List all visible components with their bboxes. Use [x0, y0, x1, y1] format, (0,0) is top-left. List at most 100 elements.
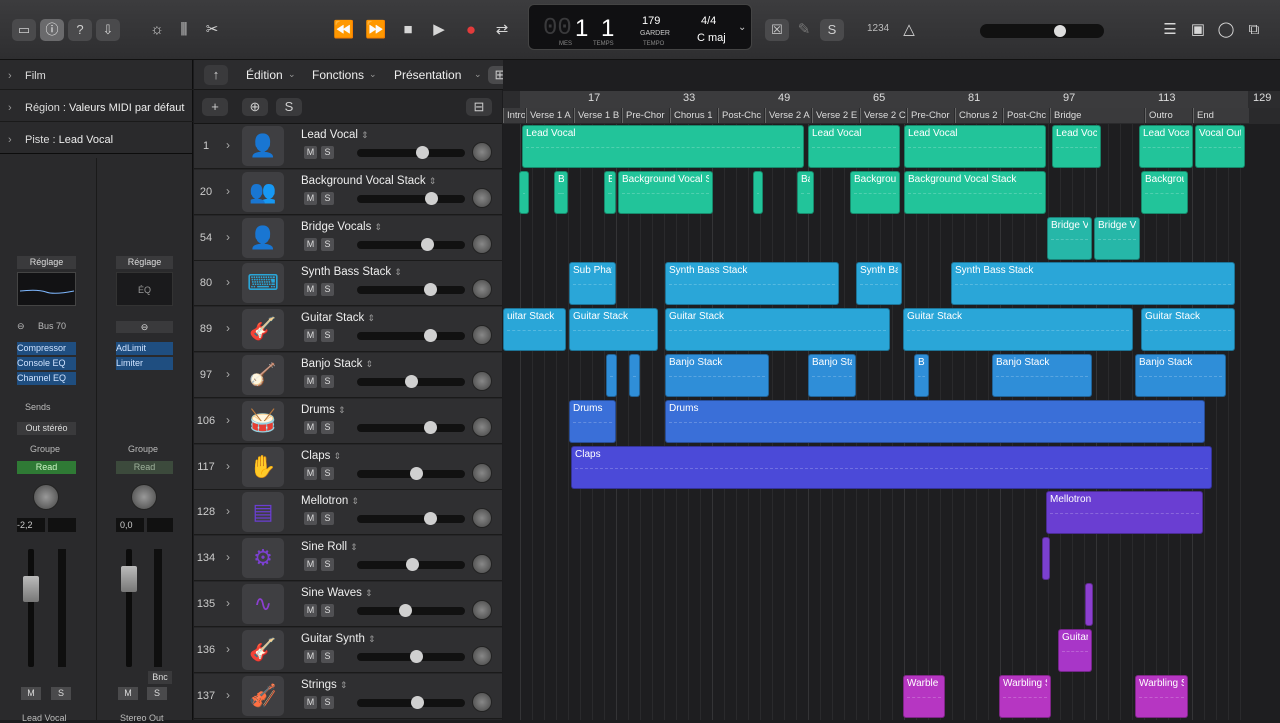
- region[interactable]: Lead Vocal: [1139, 125, 1193, 168]
- track-name[interactable]: Sine Waves ⇕: [301, 587, 373, 599]
- chevron-right-icon[interactable]: ›: [226, 184, 230, 198]
- chevron-right-icon[interactable]: ›: [226, 275, 230, 289]
- inspector-track-row[interactable]: › Piste : Lead Vocal: [0, 126, 193, 154]
- strip2-fader-cap[interactable]: [121, 566, 137, 592]
- track-row[interactable]: 135 › ∿ Sine Waves ⇕ M S: [194, 582, 502, 627]
- strip2-bounce-button[interactable]: Bnc: [148, 671, 172, 684]
- region[interactable]: Ba: [914, 354, 929, 397]
- marker[interactable]: Post-Chc: [718, 108, 764, 123]
- track-name[interactable]: Guitar Stack ⇕: [301, 312, 375, 324]
- track-pan-knob[interactable]: [472, 279, 492, 300]
- track-row[interactable]: 117 › ✋ Claps ⇕ M S: [194, 444, 502, 490]
- marker[interactable]: Verse 1 A: [526, 108, 573, 123]
- marker[interactable]: Bridge: [1050, 108, 1144, 123]
- strip2-solo-button[interactable]: S: [147, 687, 167, 700]
- track-name[interactable]: Synth Bass Stack ⇕: [301, 266, 402, 278]
- marker[interactable]: Verse 2 A: [765, 108, 811, 123]
- track-row[interactable]: 54 › 👤 Bridge Vocals ⇕ M S: [194, 215, 502, 261]
- track-volume-slider[interactable]: [357, 512, 465, 526]
- track-solo-button[interactable]: S: [321, 283, 334, 297]
- chevron-right-icon[interactable]: ›: [226, 459, 230, 473]
- strip2-group-label[interactable]: Groupe: [128, 444, 158, 454]
- menu-edition[interactable]: Édition: [246, 68, 283, 82]
- strip2-automation-read[interactable]: Read: [116, 461, 173, 474]
- banjo-icon[interactable]: 🪕: [242, 355, 284, 395]
- track-solo-button[interactable]: S: [321, 146, 334, 159]
- region[interactable]: [629, 354, 640, 397]
- track-volume-knob[interactable]: [398, 604, 412, 617]
- track-volume-knob[interactable]: [424, 420, 438, 434]
- track-solo-button[interactable]: S: [321, 375, 334, 388]
- help-icon[interactable]: ?: [68, 19, 92, 41]
- choir-icon[interactable]: 👥: [242, 171, 284, 212]
- track-pan-knob[interactable]: [472, 142, 492, 162]
- track-row[interactable]: 97 › 🪕 Banjo Stack ⇕ M S: [194, 353, 502, 398]
- editors-icon[interactable]: ✂: [200, 20, 224, 40]
- hand-icon[interactable]: ✋: [242, 446, 284, 487]
- strip1-fader-cap[interactable]: [23, 576, 39, 602]
- track-volume-slider[interactable]: [357, 604, 465, 617]
- track-row[interactable]: 136 › 🎸 Guitar Synth ⇕ M S: [194, 627, 502, 673]
- region[interactable]: Synth Ba: [856, 262, 902, 306]
- track-mute-button[interactable]: M: [304, 604, 317, 617]
- track-volume-knob[interactable]: [410, 649, 424, 663]
- region[interactable]: Banjo Stack: [665, 354, 769, 397]
- track-volume-knob[interactable]: [404, 375, 418, 388]
- region[interactable]: Claps: [571, 445, 1212, 489]
- chevron-right-icon[interactable]: ›: [226, 504, 230, 518]
- strip1-group-label[interactable]: Groupe: [30, 444, 60, 454]
- master-volume-slider[interactable]: [980, 24, 1104, 38]
- lcd-dropdown-icon[interactable]: ⌄: [738, 22, 746, 33]
- region[interactable]: Banjo Stack: [992, 354, 1092, 397]
- track-pan-knob[interactable]: [472, 371, 492, 391]
- strings-icon[interactable]: 🎻: [242, 675, 284, 716]
- notepad-icon[interactable]: ▣: [1186, 20, 1210, 40]
- marker[interactable]: Chorus 1: [670, 108, 717, 123]
- inspector-film-row[interactable]: › Film: [0, 62, 193, 90]
- track-row[interactable]: 137 › 🎻 Strings ⇕ M S: [194, 673, 502, 719]
- track-name[interactable]: Claps ⇕: [301, 450, 341, 462]
- toolbar-icon[interactable]: ⇩: [96, 19, 120, 41]
- strip2-volume-value[interactable]: 0,0: [116, 518, 144, 532]
- strip1-fader-track[interactable]: [28, 549, 34, 667]
- region[interactable]: Guitar: [1058, 628, 1092, 672]
- inspector-icon[interactable]: ⓘ: [40, 19, 64, 41]
- track-solo-button[interactable]: S: [321, 237, 334, 251]
- track-volume-knob[interactable]: [415, 146, 429, 159]
- track-mute-button[interactable]: M: [304, 146, 317, 159]
- region[interactable]: Mellotron: [1046, 491, 1203, 535]
- inspector-region-row[interactable]: › Région : Valeurs MIDI par défaut: [0, 94, 193, 122]
- track-row[interactable]: 80 › ⌨ Synth Bass Stack ⇕ M S: [194, 261, 502, 307]
- mixer-icon[interactable]: ⫼: [172, 20, 196, 40]
- strip2-mute-button[interactable]: M: [118, 687, 138, 700]
- region[interactable]: Bridge V: [1047, 216, 1092, 260]
- track-mute-button[interactable]: M: [304, 512, 317, 526]
- track-solo-button[interactable]: S: [321, 604, 334, 617]
- track-volume-knob[interactable]: [410, 466, 424, 480]
- guitar-icon[interactable]: 🎸: [242, 629, 284, 670]
- region[interactable]: Guitar Stack: [1141, 308, 1235, 352]
- region[interactable]: Guitar Stack: [665, 308, 890, 352]
- track-pan-knob[interactable]: [472, 554, 492, 575]
- link-icon[interactable]: ⊖: [17, 321, 25, 332]
- region[interactable]: [606, 354, 617, 397]
- strip1-setting-button[interactable]: Réglage: [17, 256, 76, 269]
- strip1-solo-button[interactable]: S: [51, 687, 71, 700]
- marker[interactable]: Pre-Chor: [622, 108, 669, 123]
- strip1-plugin-channel-eq[interactable]: Channel EQ: [17, 372, 76, 385]
- marker[interactable]: Post-Chc: [1003, 108, 1049, 123]
- keyboard-stand-icon[interactable]: ⌨: [242, 263, 284, 304]
- track-row[interactable]: 1 › 👤 Lead Vocal ⇕ M S: [194, 124, 502, 169]
- track-row[interactable]: 134 › ⚙ Sine Roll ⇕ M S: [194, 536, 502, 582]
- rewind-icon[interactable]: ⏪: [332, 20, 356, 40]
- strip1-volume-value[interactable]: -2,2: [17, 518, 45, 532]
- track-solo-button[interactable]: S: [321, 191, 334, 205]
- chevron-right-icon[interactable]: ›: [226, 642, 230, 656]
- loop-browser-icon[interactable]: ◯: [1214, 20, 1238, 40]
- track-solo-button[interactable]: S: [321, 512, 334, 526]
- track-pan-knob[interactable]: [472, 233, 492, 254]
- track-mute-button[interactable]: M: [304, 375, 317, 388]
- track-solo-button[interactable]: S: [321, 558, 334, 572]
- track-volume-knob[interactable]: [406, 558, 420, 572]
- track-mute-button[interactable]: M: [304, 191, 317, 205]
